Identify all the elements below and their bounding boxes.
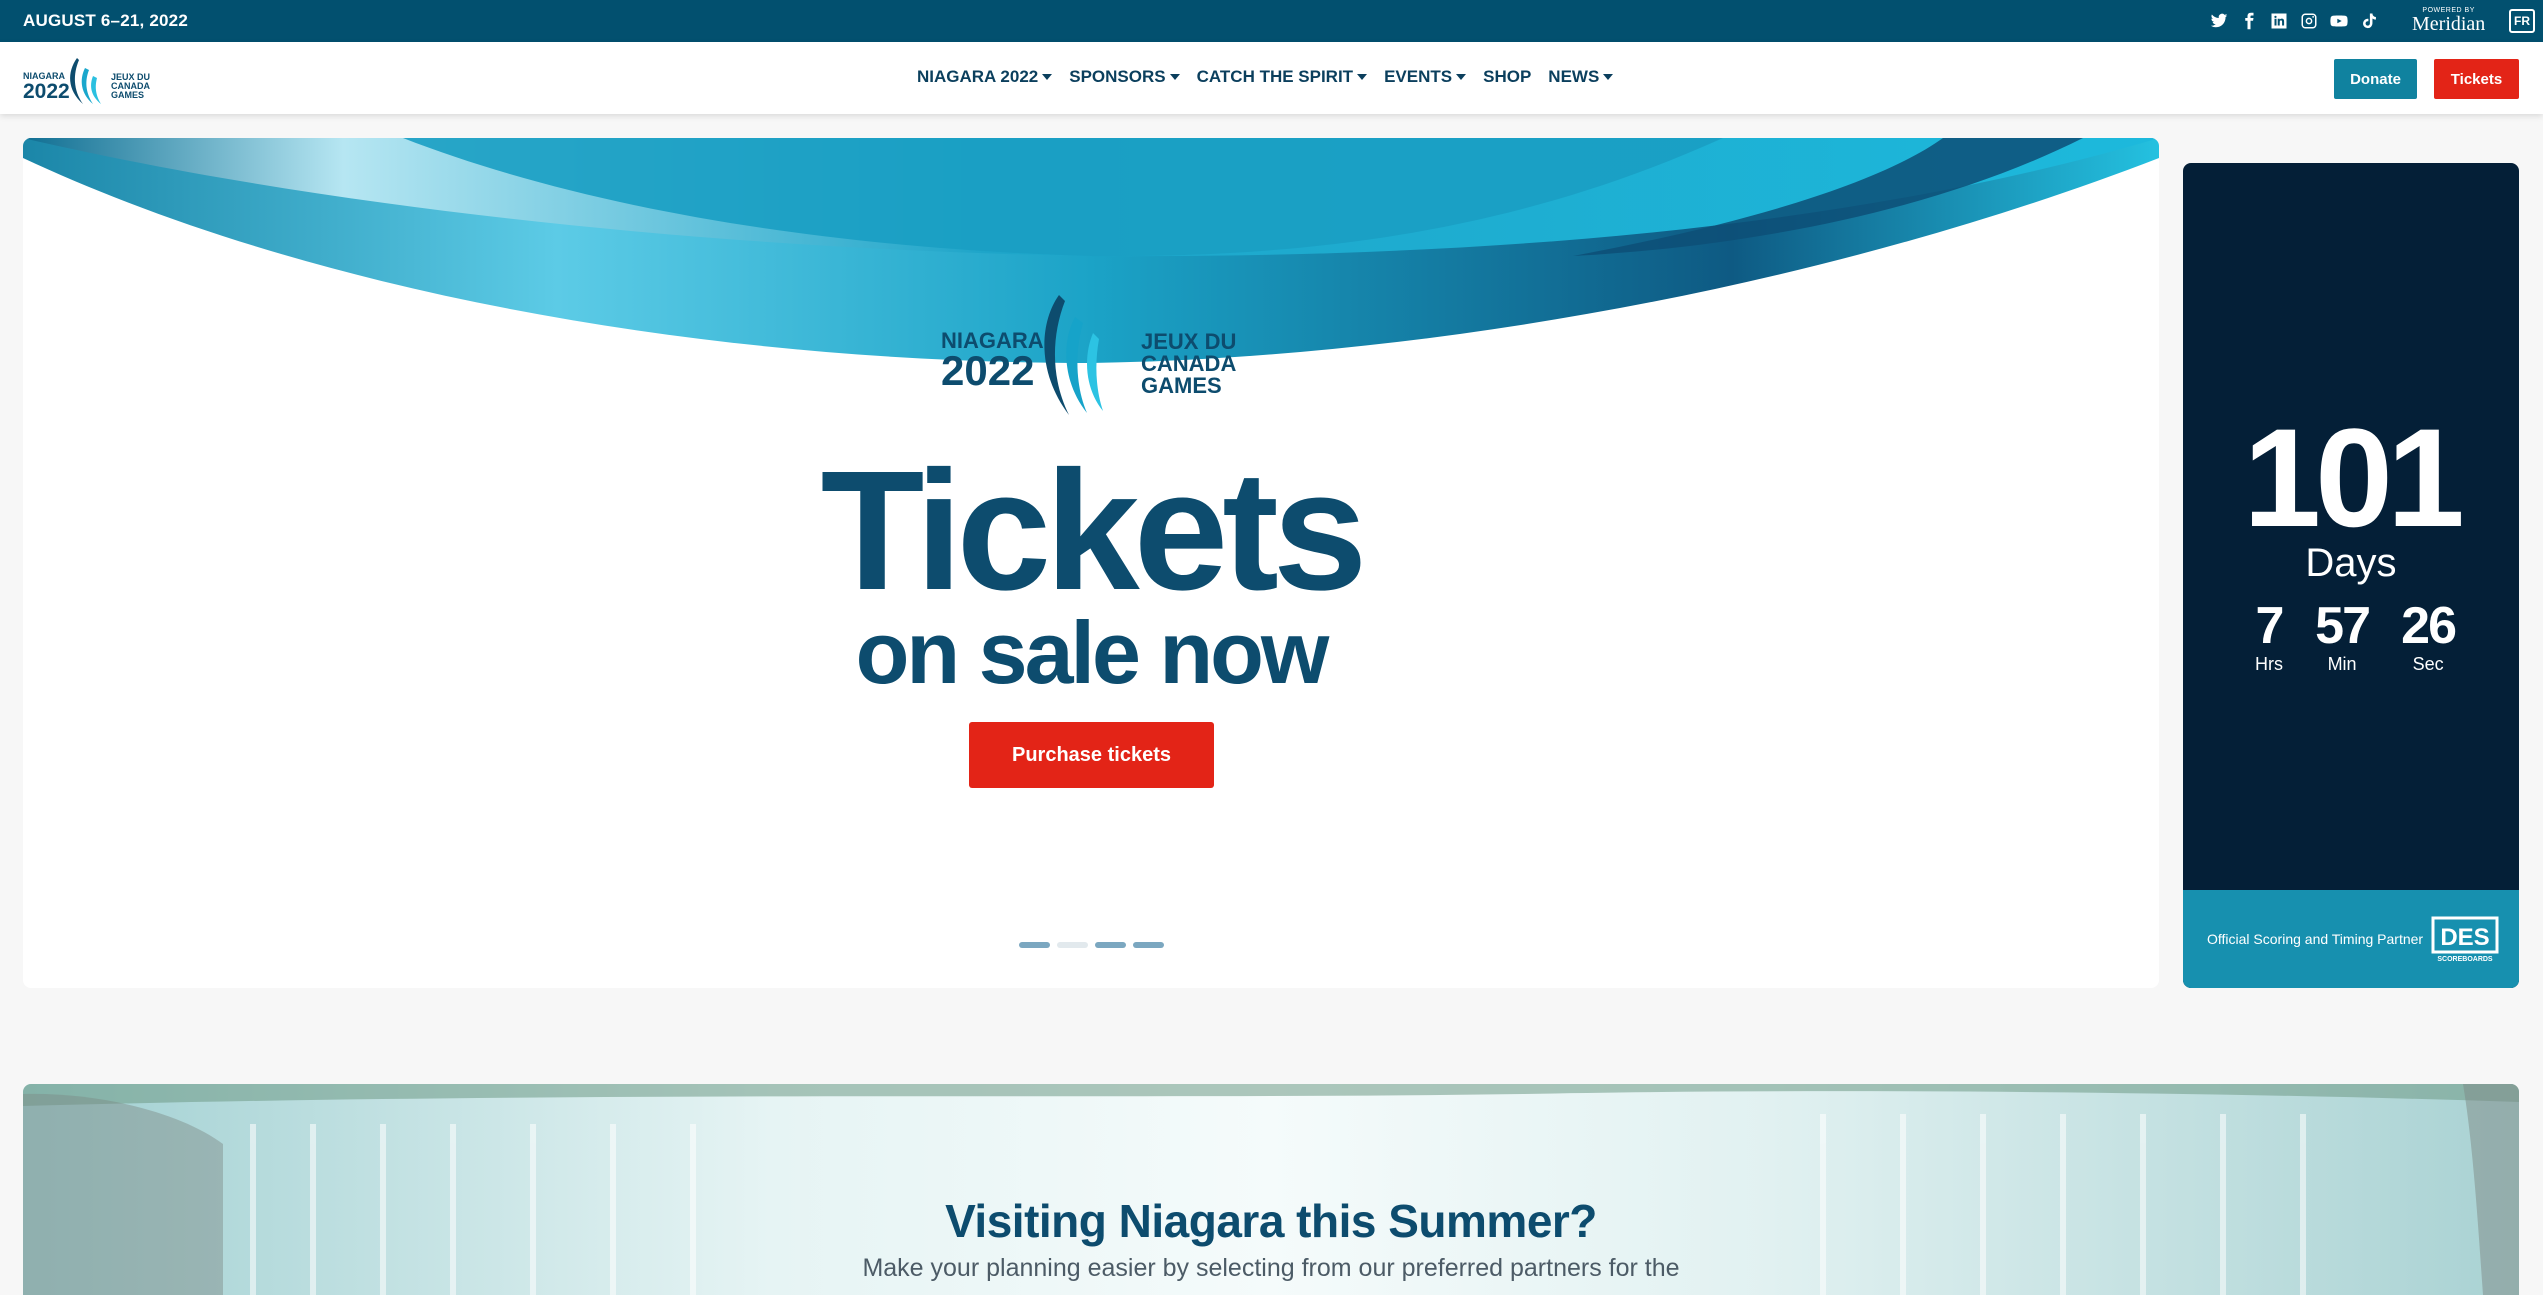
tickets-button[interactable]: Tickets — [2434, 59, 2519, 99]
countdown-panel: 101 Days 7 Hrs 57 Min 26 Sec Official Sc… — [2183, 163, 2519, 988]
seconds-label: Sec — [2412, 654, 2444, 674]
carousel-indicators — [1019, 942, 1164, 948]
instagram-icon[interactable] — [2298, 10, 2320, 32]
hero-logo-year: 2022 — [941, 347, 1034, 394]
minutes-value: 57 — [2315, 597, 2371, 655]
nav-events[interactable]: EVENTS — [1384, 67, 1467, 87]
countdown-minutes: 57 Min — [2315, 597, 2371, 675]
nav-label: NIAGARA 2022 — [917, 67, 1039, 86]
visiting-niagara-section: Visiting Niagara this Summer? Make your … — [23, 1084, 2519, 1295]
carousel-dot[interactable] — [1019, 942, 1050, 948]
countdown-hours: 7 Hrs — [2255, 597, 2285, 675]
nav-label: SPONSORS — [1069, 67, 1166, 86]
partner-logo-text: DES — [2440, 924, 2489, 951]
visiting-body: Make your planning easier by selecting f… — [862, 1254, 1680, 1282]
hero-headline: Tickets — [820, 436, 1368, 626]
hero-carousel: NIAGARA 2022 JEUX DU CANADA GAMES Ticket… — [23, 138, 2159, 988]
hero-games-logo: NIAGARA 2022 JEUX DU CANADA GAMES — [941, 295, 1236, 415]
logo-games: GAMES — [111, 90, 144, 100]
purchase-tickets-button[interactable]: Purchase tickets — [969, 722, 1214, 788]
youtube-icon[interactable] — [2328, 10, 2350, 32]
nav-label: NEWS — [1548, 67, 1600, 86]
sponsor-name: Meridian — [2412, 13, 2486, 35]
facebook-icon[interactable] — [2238, 10, 2260, 32]
nav-sponsors[interactable]: SPONSORS — [1069, 67, 1180, 87]
primary-nav: NIAGARA 2022 SPONSORS CATCH THE SPIRIT E… — [917, 67, 1614, 87]
top-bar: AUGUST 6–21, 2022 POWERED BY Meridian FR — [0, 0, 2543, 42]
hero-subheadline: on sale now — [855, 603, 1330, 702]
caret-down-icon — [1603, 74, 1614, 80]
minutes-label: Min — [2327, 654, 2357, 674]
main-navbar: NIAGARA 2022 JEUX DU CANADA GAMES NIAGAR… — [0, 42, 2543, 114]
linkedin-icon[interactable] — [2268, 10, 2290, 32]
carousel-dot[interactable] — [1095, 942, 1126, 948]
language-toggle[interactable]: FR — [2509, 9, 2535, 33]
carousel-dot-active[interactable] — [1057, 942, 1088, 948]
powered-by-sponsor[interactable]: POWERED BY Meridian — [2412, 7, 2485, 34]
seconds-value: 26 — [2401, 597, 2457, 655]
event-dates: AUGUST 6–21, 2022 — [23, 11, 188, 30]
tiktok-icon[interactable] — [2358, 10, 2380, 32]
nav-niagara-2022[interactable]: NIAGARA 2022 — [917, 67, 1053, 87]
logo-year: 2022 — [23, 80, 70, 103]
scoring-partner[interactable]: Official Scoring and Timing Partner DES … — [2183, 890, 2519, 988]
carousel-dot[interactable] — [1133, 942, 1164, 948]
nav-news[interactable]: NEWS — [1548, 67, 1614, 87]
site-logo[interactable]: NIAGARA 2022 JEUX DU CANADA GAMES — [23, 50, 158, 106]
countdown-units: 7 Hrs 57 Min 26 Sec — [2255, 597, 2457, 675]
caret-down-icon — [1169, 74, 1180, 80]
countdown-days-label: Days — [2305, 541, 2397, 585]
caret-down-icon — [1456, 74, 1467, 80]
hours-value: 7 — [2255, 597, 2285, 655]
hours-label: Hrs — [2255, 654, 2283, 674]
des-scoreboards-logo: DES SCOREBOARDS — [2431, 916, 2499, 963]
nav-shop[interactable]: SHOP — [1483, 67, 1531, 87]
partner-text: Official Scoring and Timing Partner — [2207, 931, 2424, 947]
nav-label: CATCH THE SPIRIT — [1196, 67, 1354, 86]
donate-button[interactable]: Donate — [2334, 59, 2417, 99]
twitter-icon[interactable] — [2208, 10, 2230, 32]
hero-logo-games: GAMES — [1141, 373, 1222, 398]
nav-catch-the-spirit[interactable]: CATCH THE SPIRIT — [1196, 67, 1368, 87]
partner-logo-sub: SCOREBOARDS — [2437, 956, 2493, 963]
social-links — [2208, 10, 2380, 32]
nav-label: EVENTS — [1384, 67, 1453, 86]
countdown-seconds: 26 Sec — [2401, 597, 2457, 675]
caret-down-icon — [1357, 74, 1368, 80]
caret-down-icon — [1042, 74, 1053, 80]
visiting-title: Visiting Niagara this Summer? — [945, 1195, 1597, 1247]
countdown-days: 101 — [2243, 399, 2465, 556]
nav-label: SHOP — [1483, 67, 1532, 86]
